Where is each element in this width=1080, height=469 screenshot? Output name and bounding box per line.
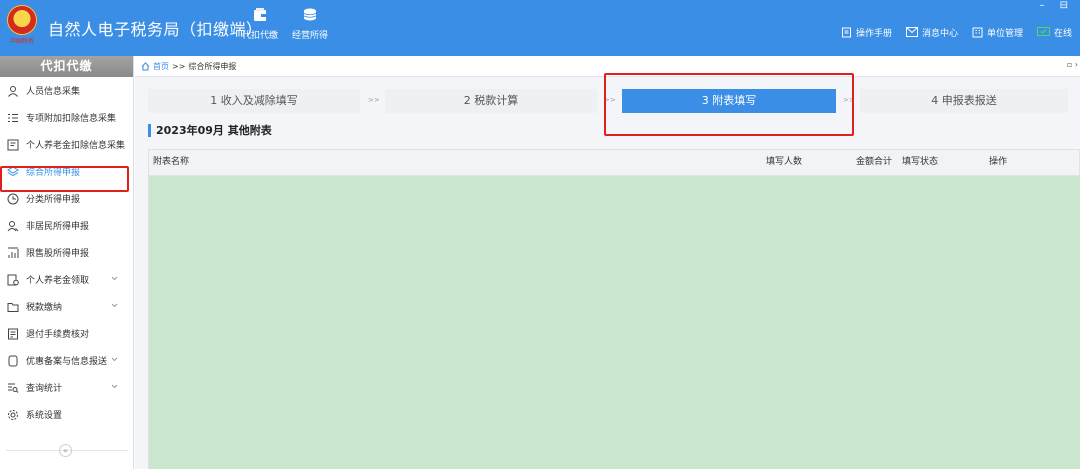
logo-signature: 中国税务	[9, 38, 34, 45]
sidebar-item-label: 人员信息采集	[26, 87, 81, 97]
sidebar-item-label: 非居民所得申报	[26, 222, 90, 232]
mail-icon	[905, 27, 918, 37]
manual-icon	[841, 27, 851, 37]
sidebar-item-personnel-info[interactable]: 人员信息采集	[0, 77, 133, 104]
sidebar-item-label: 综合所得申报	[26, 168, 81, 178]
clock-icon	[7, 193, 19, 204]
sidebar-item-label: 优惠备案与信息报送	[26, 357, 108, 367]
coins-icon	[303, 8, 317, 21]
sidebar-item-label: 系统设置	[26, 411, 63, 421]
column-header-actions[interactable]: 操作	[989, 150, 1007, 175]
step-tax-calculation[interactable]: 2 税款计算	[385, 89, 597, 113]
unit-management-button[interactable]: 单位管理	[972, 26, 1023, 39]
column-header-schedule-name[interactable]: 附表名称	[153, 150, 189, 175]
header-toolbar: 操作手册 消息中心 单位管理 在线	[841, 24, 1080, 40]
app-header: 中国税务 自然人电子税务局（扣缴端） 代扣代缴 经营所得 – ⊟ 操作手册 消息…	[0, 0, 1080, 56]
person-icon	[8, 85, 18, 97]
breadcrumb-current: 综合所得申报	[188, 61, 237, 71]
main-content: 首页 >> 综合所得申报 ▫ › 1 收入及减除填写 >> 2 税款计算 >> …	[135, 56, 1080, 469]
sidebar-item-fee-reconciliation[interactable]: 退付手续费核对	[0, 320, 133, 347]
chevron-down-icon[interactable]	[111, 302, 118, 309]
sidebar-item-comprehensive-income[interactable]: 综合所得申报	[0, 158, 133, 185]
sidebar-item-label: 分类所得申报	[26, 195, 81, 205]
tax-emblem-logo: 中国税务	[5, 5, 39, 45]
section-title: 2023年09月 其他附表	[148, 123, 272, 137]
step-schedule-fill[interactable]: 3 附表填写	[622, 89, 836, 113]
topnav-label: 经营所得	[291, 31, 328, 41]
tab-controls[interactable]: ▫ ›	[1067, 60, 1078, 69]
sidebar-item-restricted-shares[interactable]: 限售股所得申报	[0, 239, 133, 266]
user-outline-icon	[7, 220, 19, 231]
sidebar-item-preferential-filing[interactable]: 优惠备案与信息报送	[0, 347, 133, 374]
topnav-withholding[interactable]: 代扣代缴	[238, 7, 282, 49]
app-title: 自然人电子税务局（扣缴端）	[48, 20, 263, 39]
table-body	[148, 176, 1080, 469]
sidebar-item-classified-income[interactable]: 分类所得申报	[0, 185, 133, 212]
building-icon	[972, 27, 983, 37]
step-submit-declaration[interactable]: 4 申报表报送	[860, 89, 1068, 113]
receipt-icon	[8, 328, 18, 339]
online-status: 在线	[1036, 26, 1072, 39]
step-progress: 1 收入及减除填写 >> 2 税款计算 >> 3 附表填写 >> 4 申报表报送	[148, 89, 1068, 113]
column-header-fill-status[interactable]: 填写状态	[902, 150, 938, 175]
search-list-icon	[8, 383, 19, 393]
sidebar: 代扣代缴 人员信息采集 专项附加扣除信息采集 个人养老金扣除信息采集 综合所得申…	[0, 56, 134, 469]
monitor-online-icon	[1036, 26, 1050, 36]
breadcrumb: 首页 >> 综合所得申报 ▫ ›	[135, 56, 1080, 77]
section-title-text: 2023年09月 其他附表	[156, 124, 272, 137]
online-status-label: 在线	[1053, 28, 1072, 39]
message-center-button[interactable]: 消息中心	[905, 26, 958, 39]
unit-management-label: 单位管理	[986, 28, 1023, 39]
sidebar-item-label: 个人养老金扣除信息采集	[26, 141, 126, 151]
sidebar-item-pension-withdrawal[interactable]: 个人养老金领取	[0, 266, 133, 293]
layers-icon	[7, 165, 19, 176]
topnav-label: 代扣代缴	[241, 31, 278, 41]
sidebar-item-label: 限售股所得申报	[26, 249, 90, 259]
document-icon	[8, 355, 18, 366]
sidebar-item-query-statistics[interactable]: 查询统计	[0, 374, 133, 401]
sidebar-collapse-button[interactable]: «	[59, 444, 72, 457]
card-icon	[7, 139, 19, 150]
manual-button[interactable]: 操作手册	[841, 26, 892, 39]
table-header: 附表名称 填写人数 金额合计 填写状态 操作	[148, 149, 1080, 176]
wallet-icon	[254, 8, 266, 21]
sidebar-item-label: 退付手续费核对	[26, 330, 90, 340]
chevron-down-icon[interactable]	[111, 383, 118, 390]
topnav-business-income[interactable]: 经营所得	[288, 7, 332, 49]
window-controls[interactable]: – ⊟	[1039, 0, 1074, 11]
breadcrumb-separator: >>	[172, 61, 186, 71]
title-accent-bar	[148, 123, 151, 137]
chevron-down-icon[interactable]	[111, 275, 118, 282]
sidebar-item-label: 个人养老金领取	[26, 276, 90, 286]
gear-icon	[8, 409, 18, 420]
sidebar-item-special-deduction[interactable]: 专项附加扣除信息采集	[0, 104, 133, 131]
pension-icon	[7, 274, 19, 285]
folder-icon	[7, 302, 19, 312]
sidebar-item-tax-payment[interactable]: 税款缴纳	[0, 293, 133, 320]
sidebar-item-label: 查询统计	[26, 384, 63, 394]
schedule-table: 附表名称 填写人数 金额合计 填写状态 操作	[148, 149, 1080, 469]
chevron-down-icon[interactable]	[111, 356, 118, 363]
step-arrow: >>	[843, 96, 855, 104]
sidebar-item-nonresident-income[interactable]: 非居民所得申报	[0, 212, 133, 239]
sidebar-item-label: 税款缴纳	[26, 303, 63, 313]
national-emblem-icon	[7, 5, 37, 35]
bar-chart-icon	[8, 247, 19, 258]
home-icon[interactable]	[141, 61, 150, 71]
sidebar-item-label: 专项附加扣除信息采集	[26, 114, 117, 124]
breadcrumb-home[interactable]: 首页	[153, 61, 169, 72]
manual-label: 操作手册	[855, 28, 892, 39]
sidebar-heading: 代扣代缴	[0, 56, 133, 77]
step-income-deduction[interactable]: 1 收入及减除填写	[148, 89, 360, 113]
message-center-label: 消息中心	[921, 28, 958, 39]
step-arrow: >>	[604, 96, 616, 104]
list-icon	[8, 113, 18, 122]
step-arrow: >>	[368, 96, 380, 104]
column-header-filled-count[interactable]: 填写人数	[766, 150, 802, 175]
sidebar-item-system-settings[interactable]: 系统设置	[0, 401, 133, 428]
sidebar-item-pension-deduction[interactable]: 个人养老金扣除信息采集	[0, 131, 133, 158]
column-header-amount-total[interactable]: 金额合计	[856, 150, 892, 175]
